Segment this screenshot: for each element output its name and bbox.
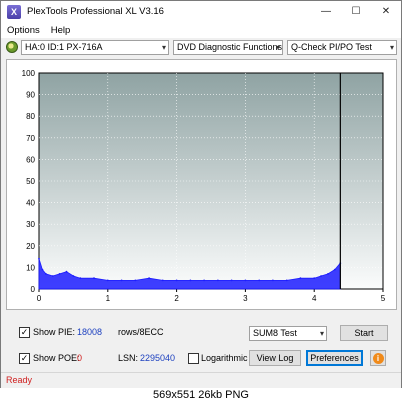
logarithmic-label: Logarithmic [201, 353, 248, 363]
x-tick-label: 2 [174, 294, 179, 303]
y-tick-label: 100 [22, 69, 36, 78]
y-tick-label: 10 [26, 263, 35, 272]
pie-data-point [189, 279, 192, 282]
function-select-value: DVD Diagnostic Functions [177, 42, 283, 52]
test-select-value: Q-Check PI/PO Test [291, 42, 372, 52]
menu-help[interactable]: Help [51, 25, 71, 36]
x-tick-label: 3 [243, 294, 248, 303]
y-tick-label: 0 [31, 285, 36, 294]
app-window: X PlexTools Professional XL V3.16 — ☐ ✕ … [0, 0, 402, 404]
show-poe-checkbox[interactable]: ✓ [19, 353, 30, 364]
pie-data-point [120, 279, 123, 282]
chevron-down-icon: ▾ [275, 43, 280, 52]
pie-data-point [313, 277, 316, 280]
close-button[interactable]: ✕ [371, 1, 401, 22]
poe-value: 0 [77, 353, 83, 363]
pie-data-point [72, 275, 75, 277]
view-log-button[interactable]: View Log [249, 350, 301, 366]
pie-data-point [327, 273, 329, 275]
show-poe-label: Show POE: [33, 353, 80, 363]
pie-data-point [161, 279, 164, 282]
y-tick-label: 50 [26, 177, 35, 186]
info-icon: i [372, 352, 384, 364]
status-bar: Ready [1, 372, 401, 388]
drive-select[interactable]: HA:0 ID:1 PX-716A ▾ [21, 40, 169, 55]
x-tick-label: 5 [381, 294, 386, 303]
pie-data-point [65, 270, 68, 273]
pie-data-point [230, 279, 233, 282]
x-tick-label: 0 [37, 294, 42, 303]
pie-data-point [272, 279, 274, 282]
function-select[interactable]: DVD Diagnostic Functions ▾ [173, 40, 283, 55]
menu-bar: Options Help [1, 22, 401, 38]
pie-data-point [217, 279, 219, 282]
pie-value: 18008 [77, 327, 103, 337]
chart-panel: 100 90 80 70 60 50 40 30 20 10 0 0 1 2 3 4 5 [6, 59, 397, 310]
pie-data-point [79, 277, 82, 280]
y-tick-label: 30 [26, 220, 35, 229]
pi-po-chart: 10090807060504030201000 1 2 3 4 5 [22, 69, 386, 303]
drive-select-value: HA:0 ID:1 PX-716A [25, 42, 103, 52]
lsn-label: LSN: [118, 353, 139, 363]
maximize-button[interactable]: ☐ [341, 1, 371, 22]
pie-data-point [320, 275, 322, 277]
pie-data-point [41, 268, 44, 271]
y-tick-label: 60 [26, 155, 35, 164]
pie-data-point [244, 279, 247, 282]
y-tick-label: 70 [26, 134, 35, 143]
pie-data-point [106, 279, 109, 282]
chevron-down-icon: ▾ [319, 329, 324, 338]
toolbar: HA:0 ID:1 PX-716A ▾ DVD Diagnostic Funct… [1, 38, 401, 58]
lsn-value: 2295040 [140, 353, 176, 363]
disc-drive-icon [6, 41, 18, 53]
show-pie-label: Show PIE: [33, 327, 76, 337]
y-tick-label: 40 [26, 199, 35, 208]
pie-data-point [45, 273, 47, 275]
x-tick-label: 1 [106, 294, 111, 303]
info-button[interactable]: i [370, 350, 386, 366]
y-tick-label: 80 [26, 112, 35, 121]
status-text: Ready [6, 375, 33, 385]
title-bar[interactable]: X PlexTools Professional XL V3.16 — ☐ ✕ [1, 1, 401, 22]
show-pie-checkbox[interactable]: ✓ [19, 327, 30, 338]
pie-data-point [134, 279, 137, 282]
pie-data-point [299, 277, 302, 280]
y-tick-label: 20 [26, 242, 35, 251]
pie-data-point [93, 277, 95, 280]
menu-options[interactable]: Options [7, 25, 40, 36]
logarithmic-checkbox[interactable] [188, 353, 199, 364]
pie-data-point [148, 277, 151, 280]
window-title: PlexTools Professional XL V3.16 [27, 6, 164, 17]
image-caption: 569x551 26kb PNG [0, 388, 402, 404]
window-controls: — ☐ ✕ [311, 1, 401, 22]
sum-mode-select[interactable]: SUM8 Test ▾ [249, 326, 327, 341]
start-button[interactable]: Start [340, 325, 388, 341]
pie-unit: rows/8ECC [118, 327, 164, 337]
pie-data-point [175, 279, 178, 282]
preferences-button[interactable]: Preferences [306, 350, 363, 366]
x-tick-label: 4 [312, 294, 317, 303]
y-tick-label: 90 [26, 91, 35, 100]
app-logo-icon: X [7, 4, 21, 19]
chevron-down-icon: ▾ [161, 43, 166, 52]
sum-mode-value: SUM8 Test [253, 328, 297, 338]
test-select[interactable]: Q-Check PI/PO Test ▾ [287, 40, 397, 55]
pie-data-point [258, 279, 261, 282]
pie-data-point [51, 275, 54, 277]
minimize-button[interactable]: — [311, 1, 341, 22]
pie-data-point [333, 268, 336, 271]
chevron-down-icon: ▾ [389, 43, 394, 52]
pie-data-point [203, 279, 206, 282]
pie-data-point [285, 279, 288, 282]
pie-data-point [38, 257, 40, 260]
pie-data-point [58, 273, 61, 275]
